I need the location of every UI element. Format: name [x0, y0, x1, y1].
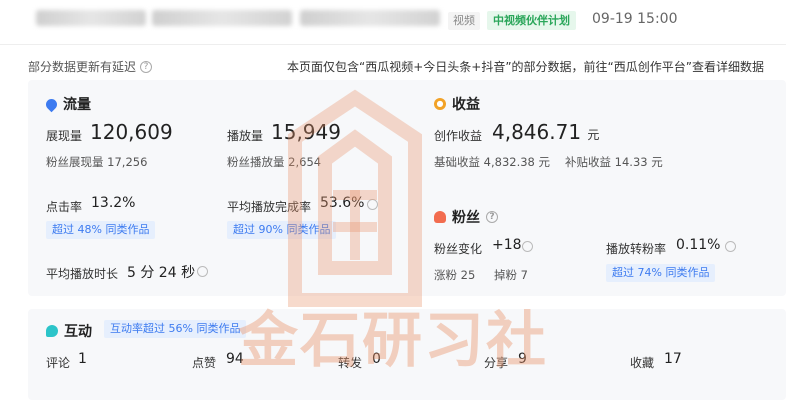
completion-badge: 超过 90% 同类作品: [227, 221, 337, 239]
ctr-value: 13.2%: [91, 195, 136, 211]
conversion-label: 播放转粉率: [606, 242, 667, 256]
publish-time: 09-19 15:00: [592, 11, 678, 27]
conversion-value: 0.11%: [676, 237, 721, 253]
comments-label: 评论: [46, 356, 71, 370]
fans-gained: 涨粉 25: [434, 268, 476, 282]
fan-change-label: 粉丝变化: [434, 242, 483, 256]
avg-duration-value: 5 分 24 秒: [127, 265, 196, 281]
clock-icon[interactable]: [367, 199, 378, 210]
fan-impressions: 粉丝展现量 17,256: [46, 155, 148, 169]
bonus-income: 补贴收益 14.33 元: [565, 155, 663, 169]
income-section-title: ● 收益: [434, 94, 480, 114]
delay-notice: 部分数据更新有延迟 ?: [28, 58, 153, 75]
droplet-icon: [43, 96, 60, 112]
clock-icon[interactable]: [725, 241, 736, 252]
help-icon[interactable]: ?: [140, 60, 153, 73]
blurred-title: [36, 10, 146, 26]
clock-icon[interactable]: [522, 241, 533, 252]
clock-icon[interactable]: [197, 266, 208, 277]
fans-section-title: 粉丝 ?: [434, 207, 498, 227]
favorites-label: 收藏: [630, 356, 655, 370]
person-icon: [434, 211, 446, 223]
creation-income-value: 4,846.71 元: [492, 120, 600, 144]
currency-unit: 元: [587, 128, 600, 142]
favorites-value: 17: [664, 351, 682, 367]
impressions-label: 展现量: [46, 129, 83, 143]
video-header: 视频 中视频伙伴计划 09-19 15:00: [0, 0, 786, 40]
fan-change-value: +18: [492, 237, 522, 253]
scope-notice: 本页面仅包含“西瓜视频+今日头条+抖音”的部分数据，前往“西瓜创作平台”查看详细…: [287, 60, 764, 74]
fans-lost: 掉粉 7: [494, 268, 528, 282]
plays-label: 播放量: [227, 129, 264, 143]
shares-label: 转发: [338, 356, 363, 370]
ctr-label: 点击率: [46, 200, 83, 214]
fan-plays: 粉丝播放量 2,654: [227, 155, 322, 169]
conversion-badge: 超过 74% 同类作品: [606, 264, 716, 282]
shares-value: 0: [372, 351, 381, 367]
comments-value: 1: [78, 351, 87, 367]
help-icon[interactable]: ?: [486, 211, 498, 223]
distribute-value: 9: [518, 351, 527, 367]
impressions-value: 120,609: [90, 120, 173, 144]
likes-label: 点赞: [192, 356, 217, 370]
blurred-title: [152, 10, 292, 26]
category-tag: 视频: [448, 12, 480, 30]
interaction-section-title: 互动: [46, 321, 92, 341]
ctr-badge: 超过 48% 同类作品: [46, 221, 156, 239]
divider: [0, 44, 786, 45]
coin-icon: ●: [434, 98, 446, 110]
delay-notice-text: 部分数据更新有延迟: [28, 60, 137, 74]
completion-value: 53.6%: [320, 195, 365, 211]
distribute-label: 分享: [484, 356, 509, 370]
base-income: 基础收益 4,832.38 元: [434, 155, 551, 169]
chat-bubble-icon: [46, 325, 58, 337]
interaction-badge: 互动率超过 56% 同类作品: [104, 320, 247, 338]
avg-duration-label: 平均播放时长: [46, 267, 119, 281]
creation-income-label: 创作收益: [434, 129, 483, 143]
program-tag: 中视频伙伴计划: [487, 11, 576, 30]
plays-value: 15,949: [271, 120, 341, 144]
blurred-title: [300, 10, 440, 26]
completion-label: 平均播放完成率: [227, 200, 312, 214]
likes-value: 94: [226, 351, 244, 367]
traffic-section-title: 流量: [43, 94, 91, 114]
